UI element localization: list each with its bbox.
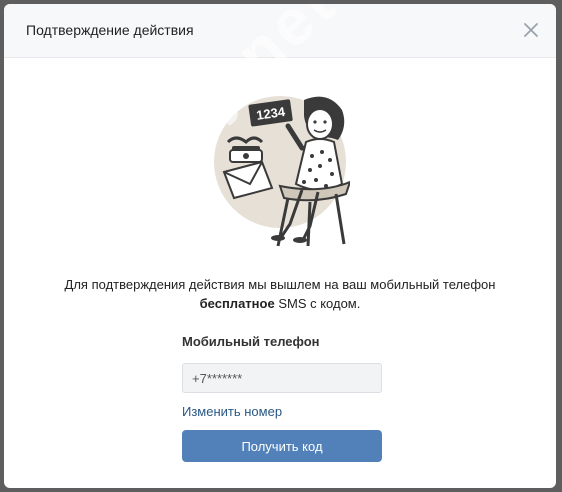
close-icon[interactable] — [520, 19, 542, 41]
confirmation-dialog: Подтверждение действия 1234 Для подтверж… — [4, 4, 556, 488]
message-rest: SMS с кодом. — [274, 296, 361, 311]
message-bold: бесплатное — [199, 296, 275, 311]
dialog-header: Подтверждение действия — [4, 4, 556, 58]
dialog-title: Подтверждение действия — [26, 22, 194, 38]
message-line-2: бесплатное SMS с кодом. — [4, 294, 556, 313]
phone-label: Мобильный телефон — [182, 334, 320, 349]
message-line-1: Для подтверждения действия мы вышлем на … — [64, 277, 496, 292]
phone-input[interactable] — [182, 363, 382, 393]
sms-illustration: 1234 — [210, 86, 352, 256]
change-number-link[interactable]: Изменить номер — [182, 404, 282, 419]
get-code-button[interactable]: Получить код — [182, 430, 382, 462]
sms-message: Для подтверждения действия мы вышлем на … — [4, 275, 556, 313]
